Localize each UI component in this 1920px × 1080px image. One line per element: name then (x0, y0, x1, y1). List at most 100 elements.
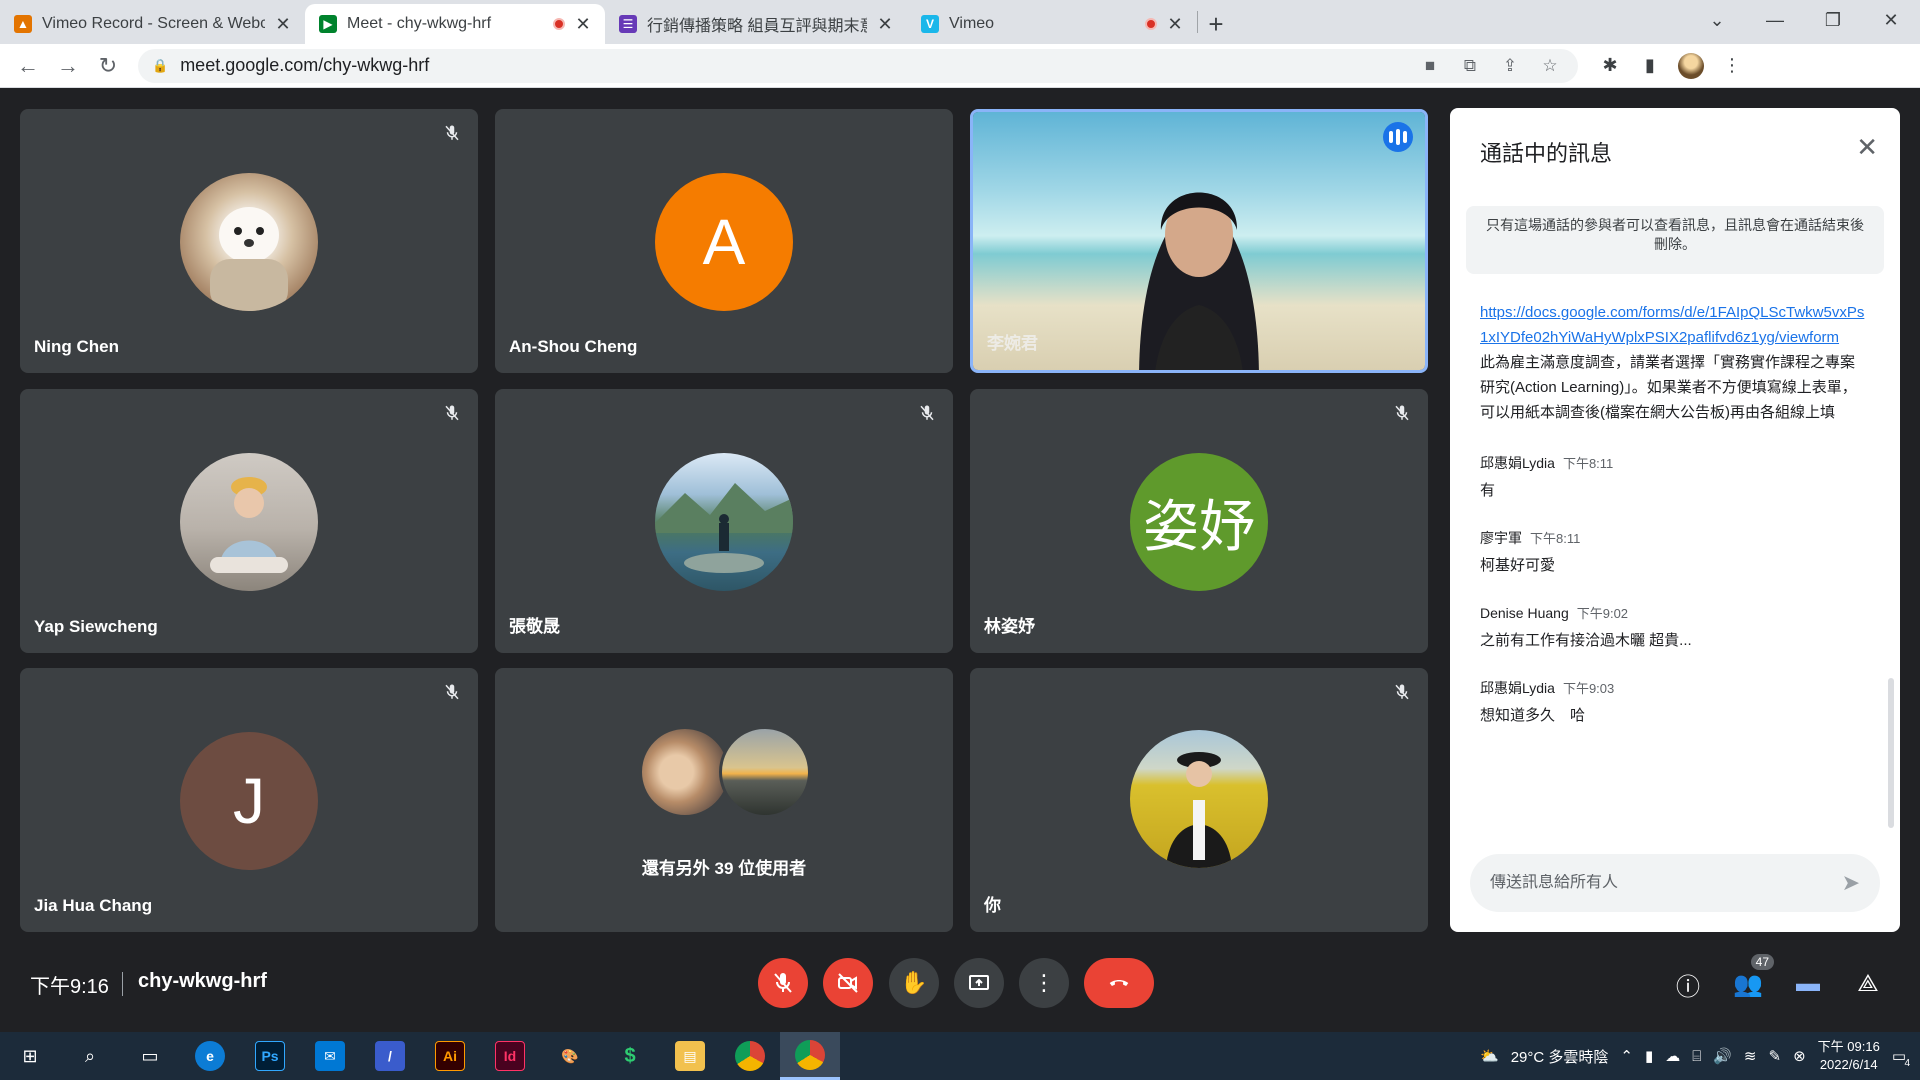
message-text: 想知道多久 哈 (1480, 707, 1586, 724)
back-icon[interactable]: ← (8, 53, 48, 79)
clock-date: 2022/6/14 (1819, 1057, 1878, 1072)
participant-photo-avatar (1130, 730, 1268, 868)
side-panel-icon[interactable]: ▮ (1630, 55, 1670, 76)
taskbar-app-mail[interactable]: ✉ (300, 1032, 360, 1080)
status-icon[interactable]: ⊗ (1793, 1047, 1806, 1065)
more-options-button[interactable]: ⋮ (1019, 958, 1069, 1008)
leave-call-button[interactable] (1084, 958, 1154, 1008)
tab-close-icon[interactable]: ✕ (877, 14, 893, 35)
participant-tile[interactable]: A An-Shou Cheng (495, 109, 953, 373)
url-text[interactable]: meet.google.com/chy-wkwg-hrf (180, 55, 1404, 76)
profile-avatar[interactable] (1678, 52, 1704, 79)
extensions-puzzle-icon[interactable]: ✱ (1590, 55, 1630, 76)
in-call-messages-panel: 通話中的訊息 ✕ 只有這場通話的參與者可以查看訊息，且訊息會在通話結束後刪除。 … (1450, 108, 1900, 932)
taskbar-app-chrome[interactable] (720, 1032, 780, 1080)
lock-icon[interactable]: 🔒 (152, 58, 168, 74)
wifi-icon[interactable]: ≋ (1744, 1047, 1757, 1065)
windows-start-icon[interactable]: ⊞ (0, 1032, 60, 1080)
camera-in-use-icon[interactable]: ■ (1416, 56, 1444, 76)
tab-title: Meet - chy-wkwg-hrf (347, 15, 492, 32)
taskbar-app-illustrator[interactable]: Ai (420, 1032, 480, 1080)
address-bar[interactable]: 🔒 meet.google.com/chy-wkwg-hrf ■ ⧉ ⇪ ☆ (138, 48, 1578, 83)
participant-photo-avatar (180, 453, 318, 591)
tray-expand-icon[interactable]: ⌃ (1620, 1047, 1633, 1065)
taskbar-app-explorer[interactable]: ▤ (660, 1032, 720, 1080)
tab-meet[interactable]: ▶ Meet - chy-wkwg-hrf ✕ (305, 4, 605, 44)
taskbar-app-edge[interactable]: e (180, 1032, 240, 1080)
weather-icon[interactable]: ⛅ (1480, 1047, 1499, 1065)
onedrive-icon[interactable]: ☁ (1665, 1047, 1680, 1065)
notification-icon[interactable]: ▭ 4 (1892, 1047, 1910, 1069)
people-button[interactable]: 👥 47 (1730, 954, 1774, 1002)
browser-menu-icon[interactable]: ⋮ (1712, 55, 1752, 76)
chat-message-link[interactable]: https://docs.google.com/forms/d/e/1FAIpQ… (1480, 300, 1868, 350)
participant-tile[interactable]: J Jia Hua Chang (20, 668, 478, 932)
reload-icon[interactable]: ↻ (88, 53, 128, 79)
participant-video-feed (1139, 192, 1259, 370)
participant-name: An-Shou Cheng (509, 337, 638, 356)
weather-text[interactable]: 29°C 多雲時陰 (1511, 1046, 1609, 1067)
search-icon[interactable]: ⌕ (60, 1032, 120, 1080)
tab-title: Vimeo (949, 15, 995, 32)
window-controls: ⌄ — ❐ ✕ (1688, 0, 1920, 40)
tab-vimeo-record[interactable]: ▲ Vimeo Record - Screen & Webc ✕ (0, 4, 305, 44)
share-icon[interactable]: ⇪ (1496, 56, 1524, 76)
participant-tile[interactable]: 姿妤 林姿妤 (970, 389, 1428, 653)
taskbar-app-photoshop[interactable]: Ps (240, 1032, 300, 1080)
open-external-icon[interactable]: ⧉ (1456, 56, 1484, 76)
new-tab-button[interactable]: + (1198, 4, 1234, 44)
participant-name: Ning Chen (34, 337, 119, 356)
network-icon[interactable]: ⌸ (1692, 1048, 1701, 1065)
pen-icon[interactable]: ✎ (1769, 1047, 1782, 1065)
forward-icon[interactable]: → (48, 53, 88, 79)
participant-tile[interactable]: Yap Siewcheng (20, 389, 478, 653)
message-sender: 邱惠娟Lydia (1480, 455, 1555, 471)
restore-icon[interactable]: ❐ (1804, 10, 1862, 31)
others-tile[interactable]: 還有另外 39 位使用者 (495, 668, 953, 932)
chrome-icon (735, 1041, 765, 1071)
camera-toggle-button[interactable] (823, 958, 873, 1008)
microphone-toggle-button[interactable] (758, 958, 808, 1008)
participant-name: 張敬晟 (509, 617, 560, 636)
tab-close-icon[interactable]: ✕ (1167, 14, 1183, 35)
send-icon[interactable]: ➤ (1842, 870, 1860, 896)
close-panel-icon[interactable]: ✕ (1856, 132, 1878, 163)
meeting-details-button[interactable]: ⓘ (1670, 966, 1706, 1002)
chat-icon: ▬ (1796, 970, 1820, 997)
tab-close-icon[interactable]: ✕ (275, 14, 291, 35)
illustrator-icon: Ai (435, 1041, 465, 1071)
tab-close-icon[interactable]: ✕ (575, 14, 591, 35)
activities-button[interactable]: ⟁ (1850, 966, 1886, 1002)
tab-forms[interactable]: ☰ 行銷傳播策略 組員互評與期末意 ✕ (605, 4, 907, 44)
mic-off-icon (442, 403, 462, 423)
others-count-label: 還有另外 39 位使用者 (641, 859, 807, 878)
bookmark-star-icon[interactable]: ☆ (1536, 56, 1564, 76)
taskbar-app-indesign[interactable]: Id (480, 1032, 540, 1080)
taskbar-app-chrome-active[interactable] (780, 1032, 840, 1080)
file-explorer-icon: ▤ (675, 1041, 705, 1071)
chat-message-list[interactable]: https://docs.google.com/forms/d/e/1FAIpQ… (1480, 292, 1868, 852)
chat-button[interactable]: ▬ (1790, 966, 1826, 1002)
raise-hand-button[interactable]: ✋ (889, 958, 939, 1008)
present-screen-button[interactable] (954, 958, 1004, 1008)
taskbar-app-money[interactable]: $ (600, 1032, 660, 1080)
participant-tile[interactable]: Ning Chen (20, 109, 478, 373)
task-view-icon[interactable]: ▭ (120, 1032, 180, 1080)
chat-scrollbar[interactable] (1888, 678, 1894, 828)
chat-message-input[interactable] (1490, 874, 1842, 892)
participant-tile[interactable]: 張敬晟 (495, 389, 953, 653)
minimize-icon[interactable]: — (1746, 10, 1804, 31)
participant-video-tile[interactable]: 李婉君 (970, 109, 1428, 373)
volume-icon[interactable]: 🔊 (1713, 1047, 1732, 1065)
tab-vimeo[interactable]: V Vimeo ✕ (907, 4, 1197, 44)
taskbar-clock[interactable]: 下午 09:16 2022/6/14 (1818, 1038, 1880, 1074)
self-tile[interactable]: 你 (970, 668, 1428, 932)
chat-notice: 只有這場通話的參與者可以查看訊息，且訊息會在通話結束後刪除。 (1466, 206, 1884, 274)
microphone-tray-icon[interactable]: ▮ (1645, 1047, 1653, 1065)
taskbar-app-sketch[interactable]: / (360, 1032, 420, 1080)
taskbar-app-paint[interactable]: 🎨 (540, 1032, 600, 1080)
mic-off-icon (917, 403, 937, 423)
chat-compose[interactable]: ➤ (1470, 854, 1880, 912)
tab-search-icon[interactable]: ⌄ (1688, 10, 1746, 31)
close-window-icon[interactable]: ✕ (1862, 10, 1920, 31)
